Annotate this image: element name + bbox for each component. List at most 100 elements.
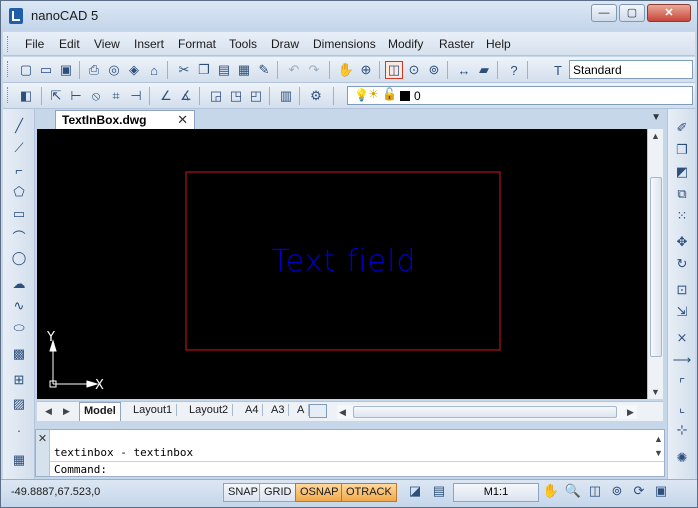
explode-icon[interactable]: ✺ xyxy=(672,449,692,467)
save-icon[interactable]: ▣ xyxy=(57,61,75,79)
match-properties-icon[interactable]: ▦ xyxy=(235,61,253,79)
redo-icon[interactable]: ↷ xyxy=(305,61,323,79)
model-space-icon[interactable]: ◪ xyxy=(405,483,425,502)
polygon-icon[interactable]: ⬠ xyxy=(9,183,29,201)
chamfer-icon[interactable]: ⌞ xyxy=(672,399,692,417)
grip-handle[interactable] xyxy=(7,36,10,52)
settings-icon[interactable]: ⚙ xyxy=(307,87,325,105)
layout-next-icon[interactable]: ▶ xyxy=(63,406,70,417)
zoom-realtime-icon[interactable]: ⊕ xyxy=(357,61,375,79)
menu-edit[interactable]: Edit xyxy=(59,37,80,51)
horizontal-scroll-thumb[interactable] xyxy=(353,406,617,418)
lock-icon[interactable]: 🔓 xyxy=(382,87,397,101)
table-icon[interactable]: ▦ xyxy=(9,451,29,469)
ortho-icon[interactable]: ⊣ xyxy=(127,87,145,105)
fullscreen-icon[interactable]: ▣ xyxy=(651,483,671,502)
stretch-icon[interactable]: ⇲ xyxy=(672,303,692,321)
offset-icon[interactable]: ⧉ xyxy=(672,185,692,203)
plot-icon[interactable]: ⌂ xyxy=(145,61,163,79)
annotation-scale[interactable]: M1:1 xyxy=(453,483,539,502)
scroll-left-icon[interactable]: ◀ xyxy=(339,407,346,418)
regenerate-icon[interactable]: ⟳ xyxy=(629,483,649,502)
mirror-icon[interactable]: ◩ xyxy=(672,163,692,181)
block-insert-icon[interactable]: ◲ xyxy=(207,87,225,105)
snap-toggle[interactable]: SNAP xyxy=(223,483,263,502)
line-icon[interactable]: ╱ xyxy=(9,117,29,135)
move-icon[interactable]: ✥ xyxy=(672,233,692,251)
tab-a3[interactable]: A3 xyxy=(267,404,290,416)
minimize-button[interactable]: — xyxy=(591,4,617,22)
layers-icon[interactable]: ◧ xyxy=(17,87,35,105)
zoom-status-icon[interactable]: 🔍 xyxy=(563,483,583,502)
ruler-icon[interactable]: ▰ xyxy=(475,61,493,79)
menu-dimensions[interactable]: Dimensions xyxy=(313,37,376,51)
zoom-extents-status-icon[interactable]: ⊚ xyxy=(607,483,627,502)
text-field[interactable]: Text field xyxy=(272,244,417,279)
grip-handle[interactable] xyxy=(7,87,10,103)
spline-icon[interactable]: ∿ xyxy=(9,297,29,315)
array-icon[interactable]: ⁙ xyxy=(672,207,692,225)
tab-a4[interactable]: A4 xyxy=(241,404,264,416)
drawing-canvas[interactable]: Text field Y X xyxy=(37,129,647,399)
external-reference-icon[interactable]: ◰ xyxy=(247,87,265,105)
lightbulb-icon[interactable]: 💡 xyxy=(354,88,369,102)
polyline-icon[interactable]: ⌐ xyxy=(9,161,29,179)
layer-select[interactable]: 💡 ☀ 🔓 0 xyxy=(347,86,693,105)
polyline-icon[interactable]: ∠ xyxy=(157,87,175,105)
menu-view[interactable]: View xyxy=(94,37,120,51)
scale-icon[interactable]: ⊡ xyxy=(672,281,692,299)
document-tab[interactable]: TextInBox.dwg ✕ xyxy=(55,110,195,129)
hatch-icon[interactable]: ▩ xyxy=(9,345,29,363)
grip-handle[interactable] xyxy=(7,61,10,77)
menu-tools[interactable]: Tools xyxy=(229,37,257,51)
tab-layout2[interactable]: Layout2 xyxy=(185,404,234,416)
brush-icon[interactable]: ✎ xyxy=(255,61,273,79)
osnap-toggle[interactable]: OSNAP xyxy=(295,483,344,502)
command-scroll-up-icon[interactable]: ▲ xyxy=(654,434,663,444)
print-icon[interactable]: ⎙ xyxy=(85,61,103,79)
close-button[interactable]: ✕ xyxy=(647,4,691,22)
distance-icon[interactable]: ↔ xyxy=(455,61,473,79)
vertical-scroll-thumb[interactable] xyxy=(650,177,662,357)
break-icon[interactable]: ⊹ xyxy=(672,421,692,439)
close-command-icon[interactable]: ✕ xyxy=(36,432,49,445)
horizontal-scrollbar[interactable]: ◀ ▶ xyxy=(337,405,637,419)
zoom-window-status-icon[interactable]: ◫ xyxy=(585,483,605,502)
menu-format[interactable]: Format xyxy=(178,37,216,51)
scroll-down-icon[interactable]: ▼ xyxy=(651,387,660,397)
menu-modify[interactable]: Modify xyxy=(388,37,423,51)
pan-status-icon[interactable]: ✋ xyxy=(541,483,561,502)
select-icon[interactable]: ⇱ xyxy=(47,87,65,105)
zoom-window-icon[interactable]: ◫ xyxy=(385,61,403,79)
menu-raster[interactable]: Raster xyxy=(439,37,474,51)
layer-color-swatch[interactable] xyxy=(400,91,410,101)
open-file-icon[interactable]: ▭ xyxy=(37,61,55,79)
copy-icon[interactable]: ❐ xyxy=(195,61,213,79)
fillet-icon[interactable]: ⌜ xyxy=(672,375,692,393)
circle-icon[interactable]: ◯ xyxy=(9,249,29,267)
erase-icon[interactable]: ✐ xyxy=(672,119,692,137)
rectangle-icon[interactable]: ▭ xyxy=(9,205,29,223)
tab-model[interactable]: Model xyxy=(79,402,121,421)
zoom-extents-icon[interactable]: ⊚ xyxy=(425,61,443,79)
tab-layout1[interactable]: Layout1 xyxy=(129,404,178,416)
paste-icon[interactable]: ▤ xyxy=(215,61,233,79)
layout-prev-icon[interactable]: ◀ xyxy=(45,406,52,417)
point-icon[interactable]: · xyxy=(9,421,29,439)
insert-block-icon[interactable]: ⊞ xyxy=(9,371,29,389)
scroll-up-icon[interactable]: ▲ xyxy=(651,131,660,141)
properties-icon[interactable]: ▥ xyxy=(277,87,295,105)
undo-icon[interactable]: ↶ xyxy=(285,61,303,79)
tab-a[interactable]: A xyxy=(293,404,310,416)
arc-icon[interactable]: ⌒ xyxy=(9,227,29,245)
linear-dimension-icon[interactable]: ⊢ xyxy=(67,87,85,105)
menu-help[interactable]: Help xyxy=(486,37,511,51)
pan-icon[interactable]: ✋ xyxy=(337,61,355,79)
maximize-button[interactable]: ▢ xyxy=(619,4,645,22)
menu-draw[interactable]: Draw xyxy=(271,37,299,51)
document-list-dropdown-icon[interactable]: ▼ xyxy=(651,112,661,123)
grid-icon[interactable]: ⌗ xyxy=(107,87,125,105)
publish-icon[interactable]: ◈ xyxy=(125,61,143,79)
command-scroll-down-icon[interactable]: ▼ xyxy=(654,448,663,458)
extend-icon[interactable]: ⟶ xyxy=(672,351,692,369)
